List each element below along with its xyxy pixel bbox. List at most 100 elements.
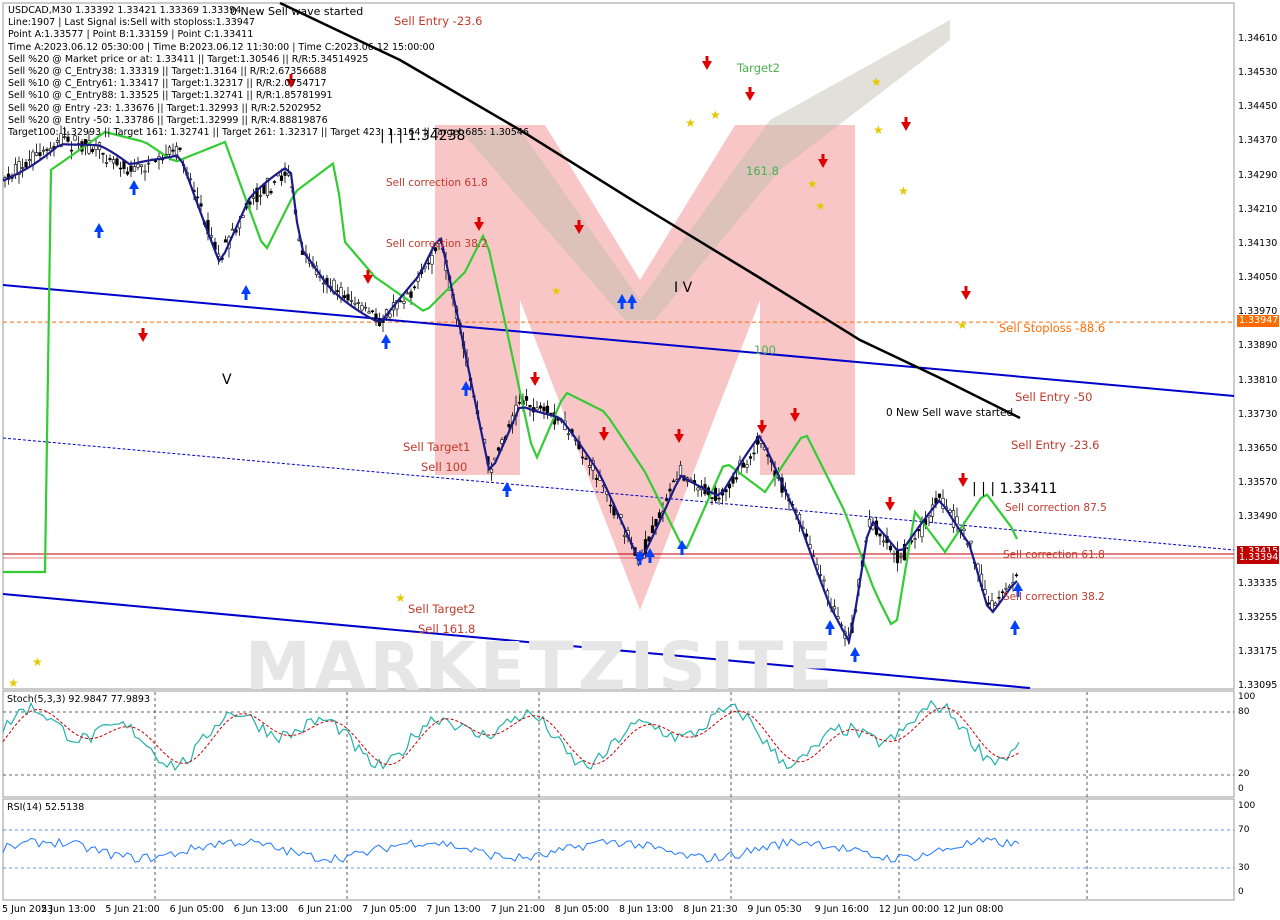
candle-body: [717, 497, 721, 500]
candle-body: [279, 175, 284, 182]
candle-body: [349, 300, 354, 302]
candle-body: [283, 171, 287, 176]
candle-body: [45, 149, 49, 151]
candle-body: [892, 553, 896, 555]
stoch-level-0: 0: [1238, 784, 1244, 794]
candle-body: [108, 158, 112, 161]
price-tick-label: 1.34370: [1238, 135, 1278, 147]
time-tick-label: 7 Jun 13:00: [426, 904, 481, 915]
candle-body: [139, 164, 144, 167]
price-tick-label: 1.33650: [1238, 442, 1278, 454]
stoch-level-100: 100: [1238, 692, 1256, 702]
info-line: Sell %20 @ C_Entry38: 1.33319 || Target:…: [8, 65, 327, 77]
candle-body: [517, 401, 522, 404]
candle-body: [650, 525, 655, 534]
candle-body: [136, 163, 140, 168]
candle-body: [622, 534, 627, 537]
candle-body: [895, 550, 900, 564]
time-tick-label: 7 Jun 21:00: [490, 904, 545, 915]
price-tick-label: 1.34530: [1238, 67, 1278, 79]
star-icon: ★: [551, 284, 562, 298]
time-tick-label: 9 Jun 05:30: [747, 904, 802, 915]
sell-correction-618-right-label: Sell correction 61.8: [1003, 549, 1105, 561]
wave-iv-label: I V: [674, 280, 693, 296]
candle-body: [678, 465, 683, 476]
rsi-level-0: 0: [1238, 887, 1244, 897]
time-tick-label: 12 Jun 08:00: [943, 904, 1004, 915]
candle-body: [1004, 587, 1008, 590]
time-tick-label: 6 Jun 13:00: [233, 904, 289, 915]
candle-body: [199, 203, 203, 207]
candle-body: [997, 596, 1001, 599]
price-tick-label: 1.34610: [1238, 33, 1278, 44]
candle-body: [822, 579, 826, 582]
price-tick-label: 1.34050: [1238, 272, 1278, 284]
candle-body: [20, 167, 25, 169]
time-tick-label: 8 Jun 13:00: [619, 904, 674, 915]
candle-body: [524, 396, 529, 401]
candle-body: [27, 159, 32, 162]
candle-body: [171, 149, 175, 152]
price-tick-label: 1.33335: [1238, 577, 1278, 589]
candle-body: [888, 545, 893, 551]
candle-body: [258, 194, 263, 197]
time-tick-label: 5 Jun 21:00: [105, 904, 160, 915]
target2-label: Target2: [737, 61, 780, 75]
candle-body: [360, 305, 364, 311]
sell-100-label: Sell 100: [421, 460, 468, 474]
sell-stoploss-label: Sell Stoploss -88.6: [999, 321, 1106, 335]
candle-body: [104, 162, 109, 164]
candle-body: [734, 477, 739, 480]
candle-body: [55, 140, 60, 143]
star-icon: ★: [871, 75, 882, 89]
new-wave-label: 0 New Sell wave started: [886, 407, 1014, 419]
candle-body: [409, 291, 413, 298]
candle-body: [41, 149, 46, 152]
time-tick-label: 6 Jun 05:00: [169, 904, 224, 915]
candle-body: [178, 147, 182, 150]
candle-body: [388, 313, 392, 318]
price-tick-label: 1.33890: [1238, 340, 1278, 352]
candle-body: [125, 171, 130, 175]
rsi-level-70: 70: [1238, 825, 1250, 835]
candle-body: [346, 294, 350, 301]
price-tick-label: 1.34210: [1238, 203, 1278, 215]
rsi-level-30: 30: [1238, 863, 1250, 873]
star-icon: ★: [8, 676, 19, 690]
candle-body: [657, 512, 662, 519]
candle-body: [832, 606, 837, 610]
time-tick-label: 12 Jun 00:00: [878, 904, 940, 915]
info-line: Sell %20 @ Market price or at: 1.33411 |…: [8, 53, 369, 65]
sell-correction-382-label: Sell correction 38.2: [386, 238, 488, 250]
candle-body: [342, 295, 347, 299]
candle-body: [402, 300, 406, 304]
candle-body: [528, 404, 532, 408]
sell-correction-382-right-label: Sell correction 38.2: [1003, 591, 1105, 603]
candle-body: [745, 464, 749, 468]
sell-target1-label: Sell Target1: [403, 440, 471, 454]
candle-body: [752, 452, 756, 455]
candle-body: [535, 407, 539, 411]
candle-body: [878, 533, 882, 537]
candle-body: [363, 306, 368, 309]
candle-body: [370, 310, 375, 313]
candle-body: [913, 538, 917, 541]
star-icon: ★: [815, 199, 826, 213]
star-icon: ★: [710, 108, 721, 122]
info-line: Point A:1.33577 | Point B:1.33159 | Poin…: [8, 29, 254, 41]
info-line: Sell %10 @ C_Entry61: 1.33417 || Target:…: [8, 78, 327, 90]
candle-body: [248, 201, 252, 205]
info-line: Sell %10 @ C_Entry88: 1.33525 || Target:…: [8, 90, 333, 102]
candle-body: [962, 528, 966, 531]
price-tick-label: 1.34450: [1238, 101, 1278, 113]
candle-body: [710, 497, 714, 499]
star-icon: ★: [685, 116, 696, 130]
price-tick-label: 1.34130: [1238, 237, 1278, 249]
candle-body: [489, 468, 494, 473]
candle-body: [545, 405, 550, 414]
stoch-label: Stoch(5,3,3) 92.9847 77.9893: [7, 694, 151, 705]
star-icon: ★: [898, 184, 909, 198]
candle-body: [167, 146, 172, 155]
rsi-level-100: 100: [1238, 801, 1256, 811]
candle-body: [507, 424, 511, 428]
